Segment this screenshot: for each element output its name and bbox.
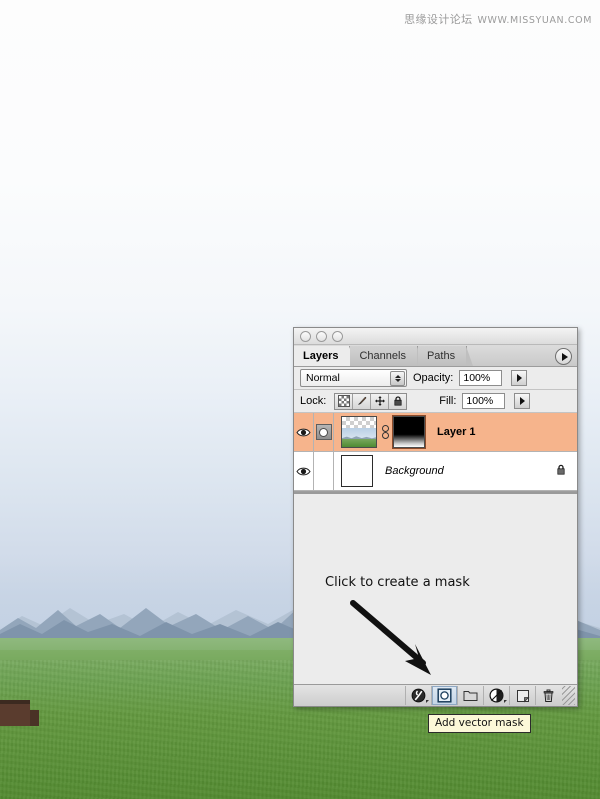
blend-opacity-row[interactable]: Normal Opacity: 100% (294, 367, 577, 390)
adjustment-caret-icon (504, 700, 507, 703)
fill-slider-arrow-icon[interactable] (514, 393, 531, 409)
panel-menu-arrow-icon[interactable] (555, 348, 572, 365)
link-chain-icon[interactable] (380, 425, 390, 439)
layer-name-label: Background (385, 465, 444, 477)
delete-layer-button[interactable] (535, 686, 561, 705)
panel-titlebar[interactable] (294, 328, 577, 345)
opacity-value: 100% (463, 372, 491, 384)
tab-paths-label: Paths (426, 350, 456, 362)
layer-list[interactable]: Layer 1 Background (294, 413, 577, 492)
white-layer-thumbnail[interactable] (341, 455, 373, 487)
mask-circle-icon (315, 424, 332, 440)
barn-building (0, 700, 39, 726)
layer-style-caret-icon (426, 700, 429, 703)
layer-style-button[interactable] (405, 686, 431, 705)
background-lock-icon (555, 463, 567, 479)
new-group-button[interactable] (457, 686, 483, 705)
panel-footer-toolbar[interactable] (294, 684, 577, 706)
panel-tabbar[interactable]: Layers Channels Paths (294, 345, 577, 367)
minimize-button-icon[interactable] (316, 330, 327, 342)
layer-photo-thumbnail[interactable] (341, 416, 377, 448)
opacity-slider-arrow-icon[interactable] (511, 370, 528, 386)
zoom-button-icon[interactable] (332, 330, 343, 342)
new-layer-button[interactable] (509, 686, 535, 705)
watermark: 思缘设计论坛 WWW.MISSYUAN.COM (404, 11, 592, 27)
blend-mode-stepper-icon[interactable] (390, 371, 405, 386)
blend-mode-select[interactable]: Normal (300, 369, 407, 387)
lock-position-icon[interactable] (371, 393, 390, 409)
table-row[interactable]: Layer 1 (294, 413, 577, 452)
add-vector-mask-button[interactable] (431, 686, 457, 705)
layers-panel[interactable]: Layers Channels Paths Normal Opacity: 10… (293, 327, 578, 707)
close-button-icon[interactable] (300, 330, 311, 342)
lock-label: Lock: (300, 395, 327, 407)
fill-value: 100% (466, 395, 494, 407)
layer-visibility-toggle[interactable] (294, 413, 314, 451)
watermark-site-name: 思缘设计论坛 (404, 13, 473, 26)
layer-list-empty-area: Click to create a mask (294, 492, 577, 684)
fill-input[interactable]: 100% (462, 393, 506, 409)
fill-label: Fill: (439, 395, 457, 407)
tab-layers-label: Layers (303, 350, 339, 362)
tab-channels-label: Channels (359, 350, 406, 362)
table-row[interactable]: Background (294, 452, 577, 491)
new-adjustment-layer-button[interactable] (483, 686, 509, 705)
tooltip: Add vector mask (428, 714, 531, 733)
panel-resize-grip[interactable] (562, 686, 575, 705)
hint-text: Click to create a mask (325, 575, 470, 590)
layer-visibility-toggle[interactable] (294, 452, 314, 490)
watermark-url: WWW.MISSYUAN.COM (477, 15, 592, 26)
vector-mask-indicator[interactable] (314, 413, 334, 451)
lock-fill-row[interactable]: Lock: Fill: 100% (294, 390, 577, 413)
tab-channels[interactable]: Channels (350, 346, 425, 366)
opacity-input[interactable]: 100% (459, 370, 503, 386)
blend-mode-value: Normal (306, 372, 340, 384)
gradient-mask-thumbnail[interactable] (392, 415, 426, 449)
tab-paths[interactable]: Paths (417, 346, 474, 366)
link-column-empty[interactable] (314, 452, 334, 490)
lock-transparent-pixels-icon[interactable] (335, 393, 354, 409)
opacity-label: Opacity: (413, 372, 454, 384)
lock-button-group[interactable] (334, 392, 408, 410)
tab-layers[interactable]: Layers (294, 346, 358, 366)
down-right-arrow-annotation (350, 600, 431, 675)
lock-all-icon[interactable] (389, 393, 407, 409)
lock-image-pixels-icon[interactable] (353, 393, 372, 409)
layer-name-label: Layer 1 (437, 426, 476, 438)
